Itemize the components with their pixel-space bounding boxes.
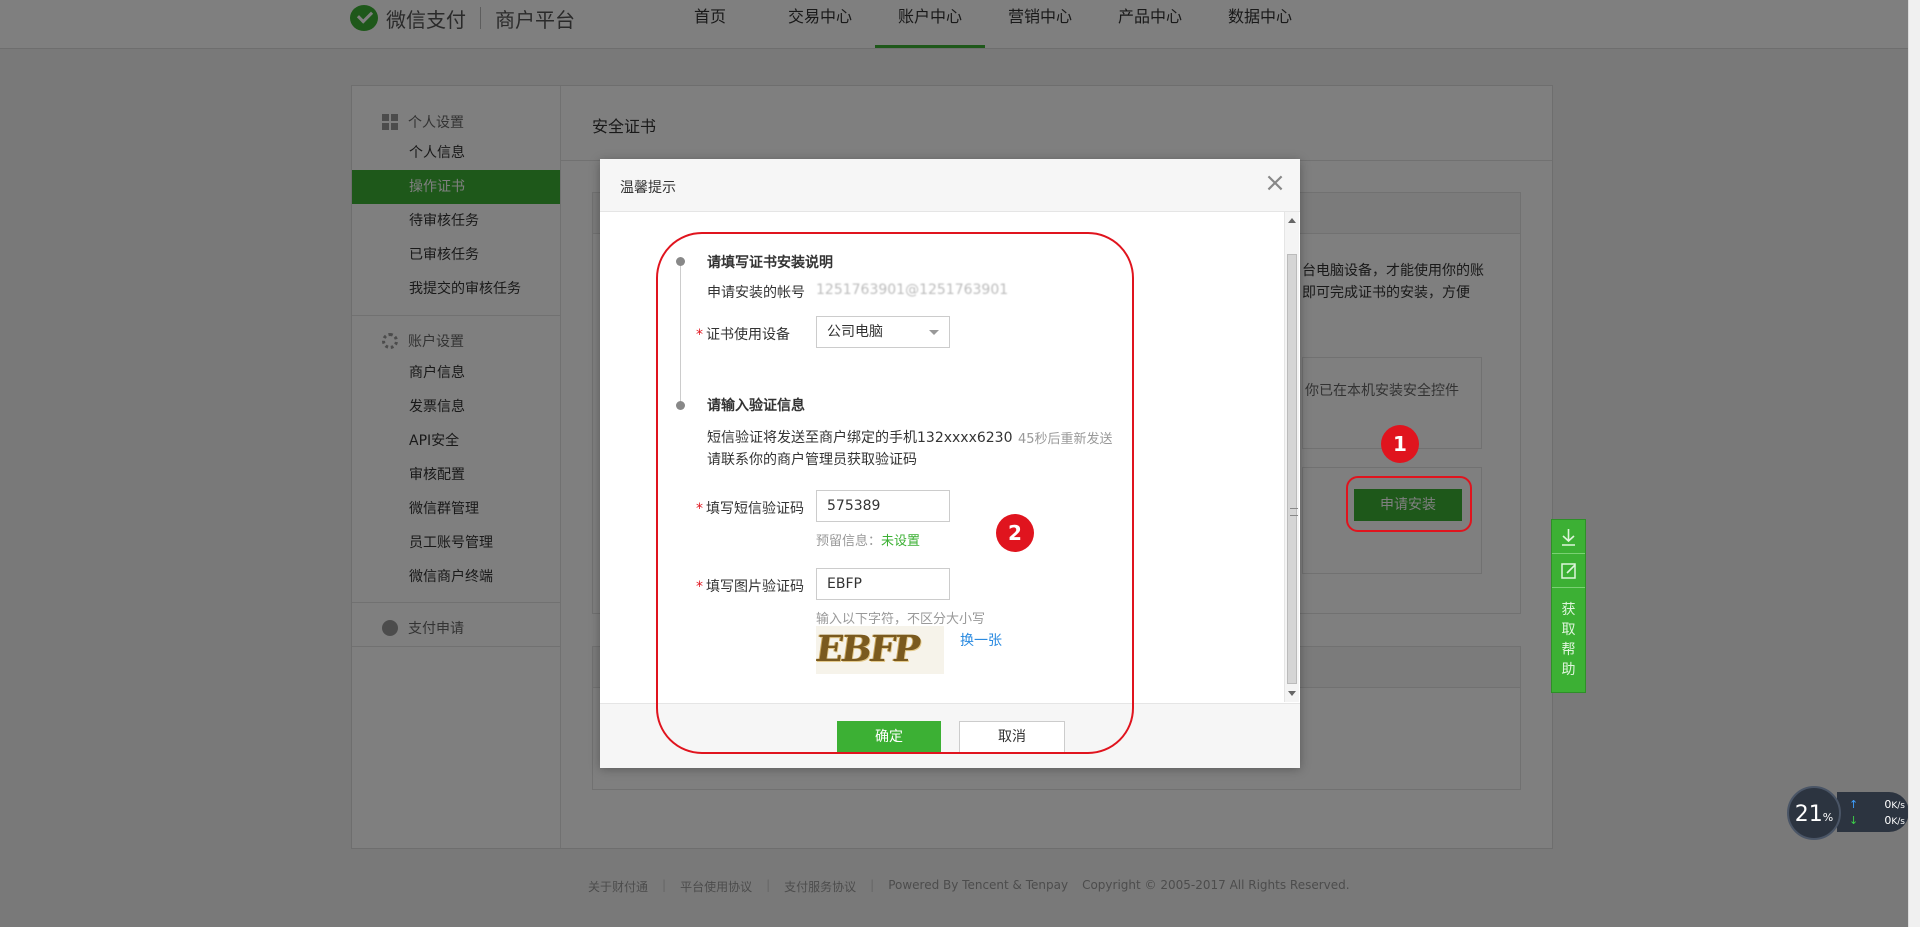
upload-arrow-icon: ↑ — [1849, 798, 1859, 811]
scroll-down-arrow-icon[interactable] — [1288, 691, 1296, 696]
cpu-percent-gauge: 21% — [1787, 786, 1841, 840]
upload-speed-value: 0K/s — [1884, 798, 1905, 811]
window-scrollbar[interactable] — [1908, 0, 1920, 927]
upload-speed: ↑ 0K/s — [1849, 798, 1905, 811]
edit-icon[interactable] — [1552, 554, 1585, 588]
download-speed-value: 0K/s — [1884, 814, 1905, 827]
annotation-circle-apply — [1346, 476, 1472, 532]
annotation-outline-form — [656, 232, 1134, 754]
close-icon[interactable]: × — [1264, 170, 1286, 196]
annotation-badge-1: 1 — [1381, 425, 1419, 463]
annotation-badge-2: 2 — [996, 514, 1034, 552]
dialog-title: 温馨提示 — [620, 180, 676, 196]
scroll-up-arrow-icon[interactable] — [1288, 218, 1296, 223]
dialog-header: 温馨提示 × — [600, 159, 1300, 212]
scroll-thumb[interactable] — [1287, 254, 1298, 684]
help-label: 获取帮助 — [1561, 602, 1576, 678]
grip-icon — [1290, 508, 1298, 516]
get-help-button[interactable]: 获取帮助 — [1552, 600, 1585, 680]
network-speed-panel: ↑ 0K/s ↓ 0K/s — [1837, 792, 1909, 832]
download-arrow-icon: ↓ — [1849, 814, 1859, 827]
dialog-scrollbar[interactable] — [1284, 212, 1299, 702]
download-speed: ↓ 0K/s — [1849, 814, 1905, 827]
download-icon[interactable] — [1552, 520, 1585, 554]
network-speed-widget[interactable]: ↑ 0K/s ↓ 0K/s 21% — [1787, 786, 1909, 840]
help-sidebar: 获取帮助 — [1551, 519, 1586, 693]
